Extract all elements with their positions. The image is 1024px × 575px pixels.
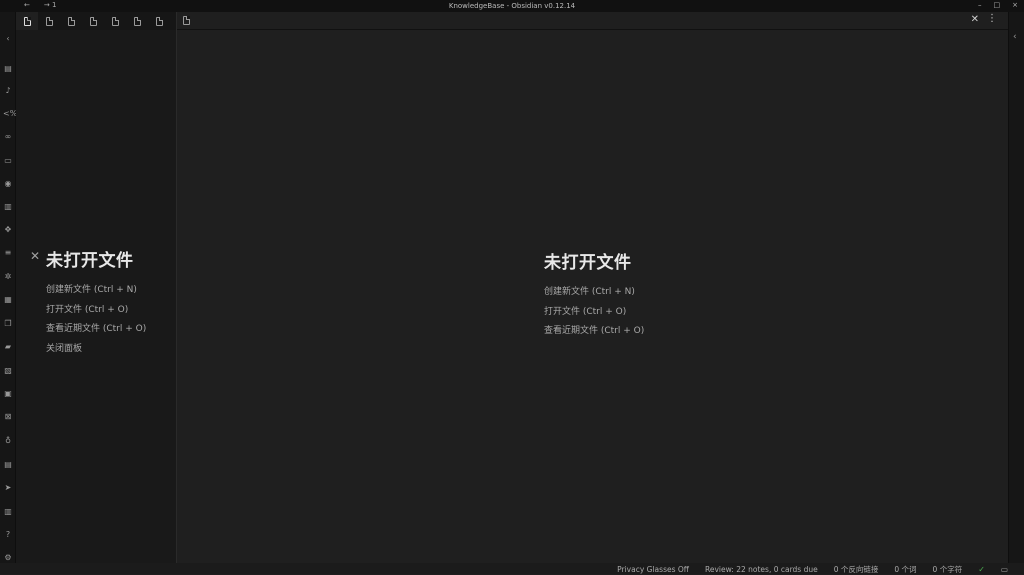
left-tab-4[interactable] (82, 12, 104, 30)
more-options-icon[interactable]: ⋮ (987, 13, 997, 24)
send-icon[interactable]: ➤ (3, 483, 13, 493)
table-icon[interactable]: ▤ (3, 64, 13, 74)
file-icon (23, 16, 31, 26)
file-icon (67, 16, 75, 26)
dice-icon[interactable]: ⊠ (3, 412, 13, 422)
file-icon (111, 16, 119, 26)
main-empty-heading: 未打开文件 (544, 253, 632, 273)
window-controls: – □ × (978, 1, 1018, 9)
file-icon (155, 16, 163, 26)
file-icon (183, 16, 190, 25)
sync-ok-icon[interactable]: ✓ (978, 565, 985, 574)
close-pane-link[interactable]: 关闭面板 (46, 340, 146, 360)
title-bar: ← → 1 KnowledgeBase - Obsidian v0.12.14 … (0, 0, 1024, 12)
backlinks-count: 0 个反向链接 (833, 565, 879, 574)
minimize-button[interactable]: – (978, 1, 982, 9)
graph-icon[interactable]: ✲ (3, 272, 13, 282)
word-count: 0 个词 (894, 565, 917, 574)
book-icon[interactable]: ▥ (3, 507, 13, 517)
left-tab-6[interactable] (126, 12, 148, 30)
left-empty-state: ✕ 未打开文件 创建新文件 (Ctrl + N) 打开文件 (Ctrl + O)… (30, 246, 146, 359)
layout-icon[interactable]: ▭ (1001, 565, 1008, 574)
microphone-icon[interactable]: ♪ (3, 86, 13, 96)
char-count: 0 个字符 (932, 565, 963, 574)
checklist-icon[interactable]: ▤ (3, 460, 13, 470)
left-tab-3[interactable] (60, 12, 82, 30)
main-create-new-file-link[interactable]: 创建新文件 (Ctrl + N) (544, 283, 644, 303)
close-pane-icon[interactable]: ✕ (30, 249, 40, 263)
main-tab[interactable] (183, 16, 190, 25)
main-recent-files-link[interactable]: 查看近期文件 (Ctrl + O) (544, 322, 644, 342)
move-icon[interactable]: ✥ (3, 225, 13, 235)
collapse-sidebar-icon[interactable]: ‹ (3, 34, 13, 44)
glasses-icon[interactable]: ∞ (3, 132, 13, 142)
archive-icon[interactable]: ▭ (3, 156, 13, 166)
left-tab-7[interactable] (148, 12, 170, 30)
review-status[interactable]: Review: 22 notes, 0 cards due (705, 565, 818, 574)
window-title: KnowledgeBase - Obsidian v0.12.14 (448, 2, 576, 10)
open-file-link[interactable]: 打开文件 (Ctrl + O) (46, 301, 146, 321)
main-open-file-link[interactable]: 打开文件 (Ctrl + O) (544, 303, 644, 323)
recent-files-link[interactable]: 查看近期文件 (Ctrl + O) (46, 320, 146, 340)
settings-icon[interactable]: ⚙ (3, 553, 13, 563)
mic-icon[interactable]: ♁ (3, 436, 13, 446)
maximize-button[interactable]: □ (994, 1, 1001, 9)
ribbon: ‹ ▤ ♪ <% ∞ ▭ ◉ ▥ ✥ ≡ ✲ ▦ ❐ ▰ ▧ ▣ ⊠ ♁ ▤ ➤ ▥? ⚙ (0, 12, 17, 574)
close-window-button[interactable]: × (1012, 1, 1018, 9)
left-tab-5[interactable] (104, 12, 126, 30)
layers-icon[interactable]: ▧ (3, 366, 13, 376)
help-icon[interactable]: ? (3, 530, 13, 540)
map-pin-icon[interactable]: ◉ (3, 179, 13, 189)
file-icon (89, 16, 97, 26)
inbox-icon[interactable]: ▣ (3, 389, 13, 399)
file-icon (45, 16, 53, 26)
create-new-file-link[interactable]: 创建新文件 (Ctrl + N) (46, 281, 146, 301)
left-pane-tabbar (16, 12, 176, 30)
file-icon (133, 16, 141, 26)
privacy-glasses-status[interactable]: Privacy Glasses Off (617, 565, 689, 574)
left-tab-2[interactable] (38, 12, 60, 30)
cards-icon[interactable]: ▰ (3, 342, 13, 352)
close-tab-icon[interactable]: ✕ (971, 14, 979, 25)
template-icon[interactable]: <% (3, 109, 17, 119)
calendar-icon[interactable]: ▦ (3, 295, 13, 305)
main-tabbar: ✕ ⋮ (177, 12, 1009, 30)
main-empty-state: 未打开文件 创建新文件 (Ctrl + N) 打开文件 (Ctrl + O) 查… (544, 248, 644, 342)
copy-icon[interactable]: ❐ (3, 319, 13, 329)
status-bar: Privacy Glasses Off Review: 22 notes, 0 … (0, 563, 1024, 574)
expand-right-sidebar-icon[interactable]: ‹ (1013, 32, 1017, 42)
left-empty-heading: 未打开文件 (46, 251, 134, 271)
right-sidebar-collapsed: ‹ (1008, 12, 1024, 563)
left-tab-1[interactable] (16, 12, 38, 30)
document-list-icon[interactable]: ≡ (3, 248, 13, 258)
database-icon[interactable]: ▥ (3, 202, 13, 212)
